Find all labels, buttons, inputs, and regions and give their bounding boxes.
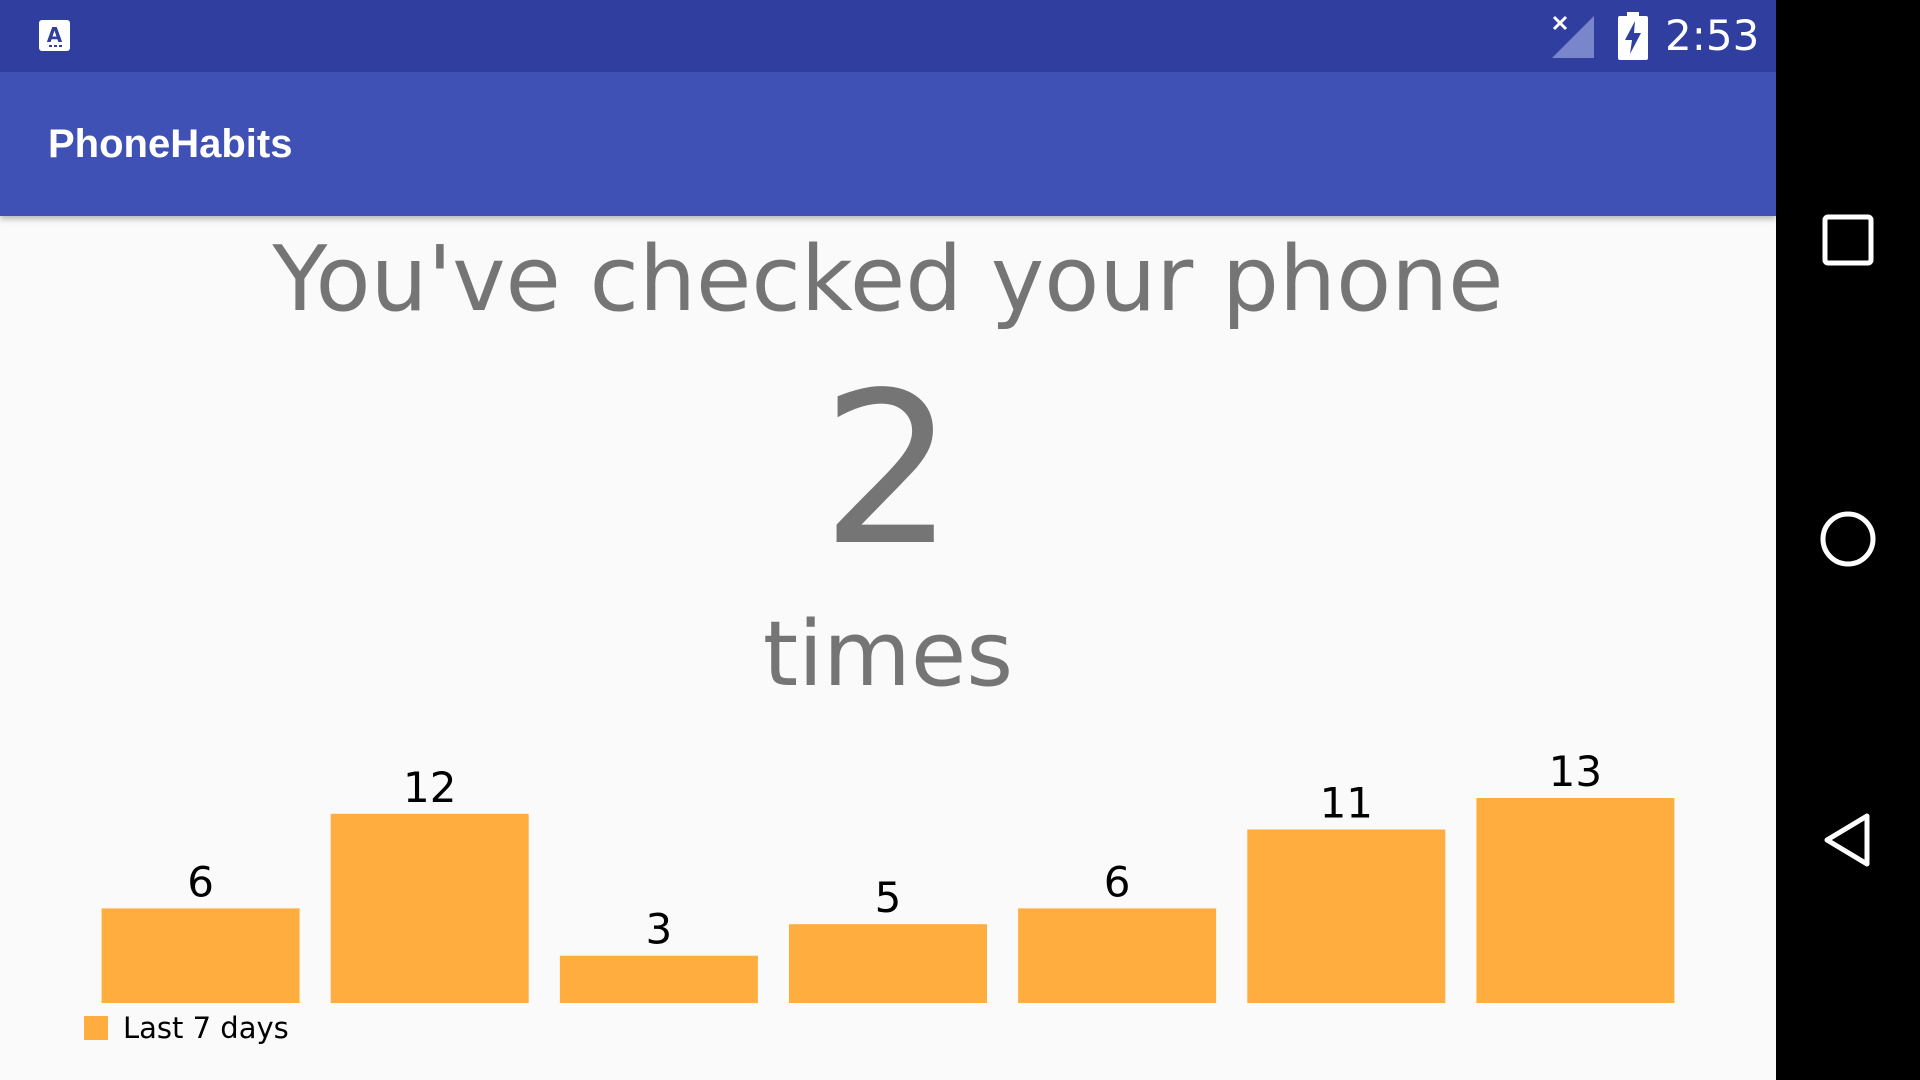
chart-bar-7[interactable] <box>1476 798 1675 1003</box>
back-triangle-icon[interactable] <box>1812 804 1884 876</box>
chart-data-label: 13 <box>1549 747 1602 796</box>
chart-bar-5[interactable] <box>1018 908 1217 1003</box>
headline: You've checked your phone <box>272 227 1504 332</box>
battery-charging-icon <box>1618 12 1648 60</box>
legend-swatch <box>84 1016 108 1040</box>
chart-data-label: 6 <box>187 857 214 906</box>
chart-bar-4[interactable] <box>789 924 987 1003</box>
count-suffix: times <box>762 602 1014 707</box>
chart-bar-3[interactable] <box>559 955 758 1003</box>
svg-text:A: A <box>47 23 63 47</box>
navigation-bar <box>1776 0 1920 1080</box>
chart-data-label: 12 <box>403 763 456 812</box>
check-count: 2 <box>821 347 955 592</box>
app-notification-icon: A <box>39 20 70 51</box>
chart-bar-2[interactable] <box>330 813 529 1003</box>
recents-square-icon[interactable] <box>1812 204 1884 276</box>
home-circle-icon[interactable] <box>1812 503 1884 575</box>
chart-data-label: 3 <box>646 905 673 954</box>
chart-bar-1[interactable] <box>101 908 300 1003</box>
status-bar: A 2:53 <box>0 0 1776 72</box>
chart-data-label: 6 <box>1104 857 1131 906</box>
app-bar: PhoneHabits <box>0 72 1776 216</box>
chart-bar-6[interactable] <box>1247 829 1446 1004</box>
status-clock: 2:53 <box>1665 11 1760 60</box>
chart-data-label: 5 <box>875 873 902 922</box>
legend-label: Last 7 days <box>123 1011 289 1045</box>
app-title: PhoneHabits <box>48 122 293 166</box>
chart-data-label: 11 <box>1320 779 1373 828</box>
signal-no-service-icon <box>1552 15 1594 58</box>
app-screen: A 2:53 PhoneHabits You've checked your p… <box>0 0 1776 1080</box>
